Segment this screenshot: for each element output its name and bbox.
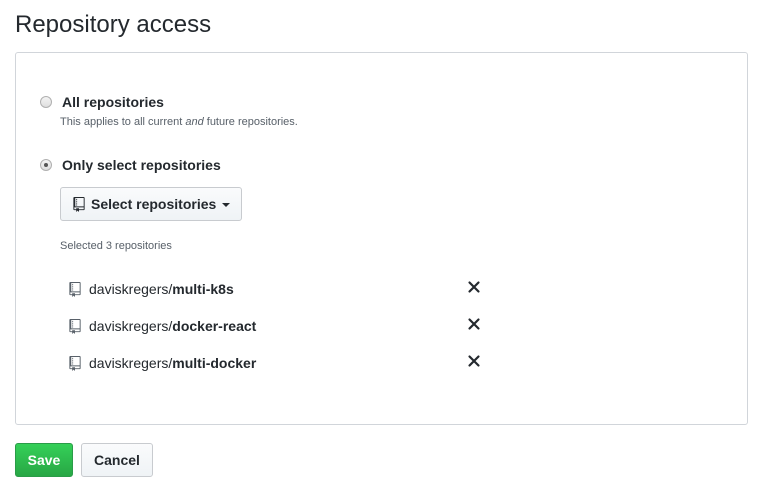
page-title: Repository access [15, 11, 212, 38]
repo-icon [69, 281, 81, 297]
repo-owner: daviskregers/ [89, 281, 173, 297]
close-icon[interactable] [466, 353, 482, 369]
radio-label-all-repositories[interactable]: All repositories [62, 93, 164, 111]
selected-count: Selected 3 repositories [60, 240, 172, 252]
list-item: daviskregers/multi-docker [69, 353, 256, 373]
radio-all-repositories[interactable] [40, 96, 52, 108]
repo-icon [73, 196, 85, 212]
repo-name: docker-react [172, 318, 257, 334]
close-icon[interactable] [466, 316, 482, 332]
radio-label-only-select-repositories[interactable]: Only select repositories [62, 156, 221, 174]
repo-name: multi-k8s [172, 281, 234, 297]
repo-icon [69, 355, 81, 371]
note-text-emphasis: and [185, 116, 204, 128]
all-repositories-note: This applies to all current and future r… [60, 114, 298, 130]
repo-owner: daviskregers/ [89, 355, 173, 371]
note-text-before: This applies to all current [60, 116, 186, 128]
repo-icon [69, 318, 81, 334]
caret-down-icon [222, 203, 231, 207]
cancel-button[interactable]: Cancel [81, 443, 153, 477]
save-button[interactable]: Save [15, 443, 73, 477]
repo-name: multi-docker [172, 355, 257, 371]
repo-owner: daviskregers/ [89, 318, 173, 334]
select-repositories-label: Select repositories [91, 196, 217, 212]
select-repositories-button[interactable]: Select repositories [60, 187, 242, 221]
list-item: daviskregers/docker-react [69, 316, 256, 336]
close-icon[interactable] [466, 279, 482, 295]
note-text-after: future repositories. [203, 116, 298, 128]
list-item: daviskregers/multi-k8s [69, 279, 234, 299]
radio-only-select-repositories[interactable] [40, 159, 52, 171]
